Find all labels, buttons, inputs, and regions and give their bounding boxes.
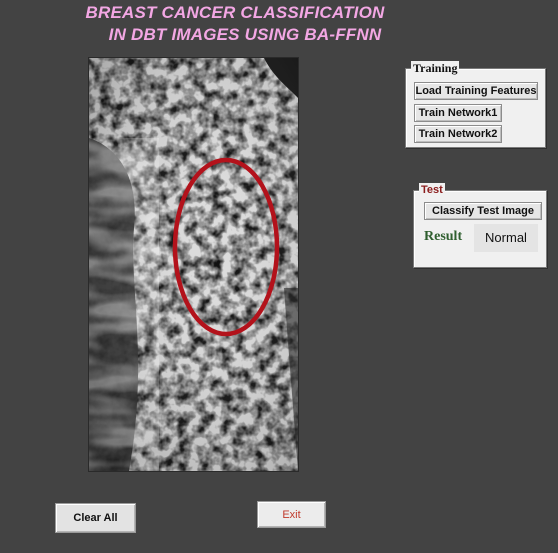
training-panel: Training Load Training Features Train Ne… [405,61,546,148]
result-label: Result [424,229,463,244]
app-title-line2: IN DBT IMAGES USING BA-FFNN [108,25,382,44]
mammogram-image [89,58,298,471]
clear-all-button[interactable]: Clear All [55,503,136,533]
test-legend: Test [419,183,445,197]
mammogram-image-display [88,57,299,472]
load-training-features-button[interactable]: Load Training Features [414,82,538,100]
app-title-line1: BREAST CANCER CLASSIFICATION [85,3,385,22]
test-panel: Test Classify Test Image Result Normal [413,183,547,268]
app-window: BREAST CANCER CLASSIFICATION IN DBT IMAG… [0,0,558,553]
result-value: Normal [474,224,538,252]
app-title: BREAST CANCER CLASSIFICATION IN DBT IMAG… [0,2,470,46]
train-network1-button[interactable]: Train Network1 [414,104,502,122]
training-legend: Training [411,61,460,75]
exit-button[interactable]: Exit [257,501,326,528]
train-network2-button[interactable]: Train Network2 [414,125,502,143]
classify-test-image-button[interactable]: Classify Test Image [424,202,542,220]
